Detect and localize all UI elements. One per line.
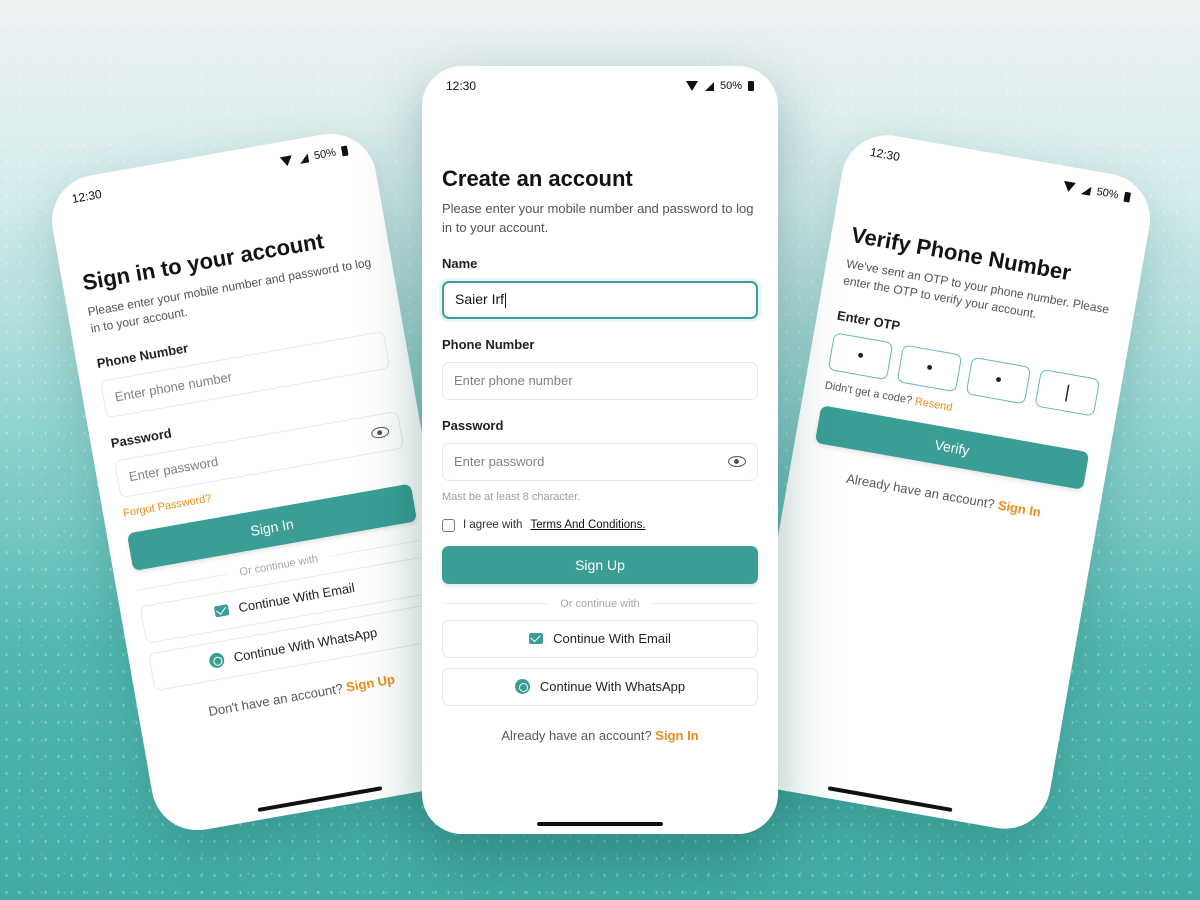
sign-up-button[interactable]: Sign Up <box>442 545 758 584</box>
signal-icon <box>1081 184 1092 196</box>
otp-digit-1[interactable]: • <box>827 332 894 380</box>
continue-email-button[interactable]: Continue With Email <box>442 619 758 658</box>
sign-up-link[interactable]: Sign Up <box>345 671 396 694</box>
create-account-phone: 12:30 50% Create an account Please enter… <box>422 66 778 834</box>
phone-input[interactable]: Enter phone number <box>442 361 758 400</box>
footer-prompt: Already have an account? <box>501 727 652 743</box>
sign-in-phone: 12:30 50% Sign in to your account Please… <box>44 126 484 838</box>
page-subtitle: Please enter your mobile number and pass… <box>442 201 754 235</box>
home-indicator <box>827 786 953 813</box>
resend-link[interactable]: Resend <box>914 395 953 413</box>
password-hint: Mast be at least 8 character. <box>442 490 581 503</box>
divider: Or continue with <box>442 598 758 610</box>
terms-checkbox[interactable] <box>442 518 455 532</box>
sign-in-link[interactable]: Sign In <box>997 497 1042 519</box>
divider-text: Or continue with <box>560 597 640 610</box>
home-indicator <box>537 822 663 826</box>
continue-whatsapp-button[interactable]: Continue With WhatsApp <box>442 667 758 706</box>
wifi-icon <box>1062 181 1077 193</box>
status-time: 12:30 <box>868 144 901 164</box>
status-time: 12:30 <box>446 79 477 93</box>
home-indicator <box>257 786 383 813</box>
phone-placeholder: Enter phone number <box>113 369 234 405</box>
continue-whatsapp-label: Continue With WhatsApp <box>539 679 686 695</box>
wifi-icon <box>280 155 295 167</box>
footer-prompt: Already have an account? <box>845 470 996 512</box>
mail-icon <box>529 633 544 645</box>
terms-row: I agree with Terms And Conditions. <box>442 518 758 532</box>
name-input[interactable]: Saier Irf <box>442 280 758 319</box>
battery-percent: 50% <box>719 80 742 92</box>
agree-text: I agree with <box>463 519 523 532</box>
wifi-icon <box>685 81 699 91</box>
sign-in-link[interactable]: Sign In <box>655 728 698 743</box>
continue-email-label: Continue With Email <box>553 631 671 647</box>
password-placeholder: Enter password <box>127 454 220 485</box>
divider-text: Or continue with <box>238 552 319 579</box>
mail-icon <box>214 604 230 618</box>
battery-percent: 50% <box>1095 185 1120 202</box>
password-label: Password <box>442 417 504 433</box>
page-title: Create an account <box>442 166 633 191</box>
eye-icon[interactable] <box>728 456 746 468</box>
status-time: 12:30 <box>70 186 103 206</box>
footer-text: Already have an account? Sign In <box>442 728 758 743</box>
battery-percent: 50% <box>313 146 337 163</box>
name-value: Saier Irf <box>455 291 505 308</box>
battery-icon <box>1123 191 1132 203</box>
phone-placeholder: Enter phone number <box>454 373 573 389</box>
sign-in-button[interactable]: Sign In <box>126 483 418 571</box>
signal-icon <box>298 152 310 164</box>
status-bar: 12:30 50% <box>422 66 778 96</box>
name-label: Name <box>442 255 478 271</box>
battery-icon <box>340 145 349 157</box>
signal-icon <box>704 81 714 91</box>
footer-prompt: Don't have an account? <box>207 680 344 719</box>
continue-whatsapp-label: Continue With WhatsApp <box>232 625 379 666</box>
phone-label: Phone Number <box>442 336 535 352</box>
terms-link[interactable]: Terms And Conditions. <box>530 519 645 531</box>
password-input[interactable]: Enter password <box>442 442 758 481</box>
whatsapp-icon <box>514 679 530 695</box>
battery-icon <box>748 81 754 91</box>
otp-digit-4[interactable]: | <box>1034 368 1101 417</box>
password-placeholder: Enter password <box>454 454 545 470</box>
verify-phone: 12:30 50% Verify Phone Number We've sent… <box>734 127 1158 837</box>
eye-icon[interactable] <box>370 425 391 440</box>
text-caret <box>505 293 507 309</box>
whatsapp-icon <box>208 652 226 670</box>
otp-digit-2[interactable]: • <box>896 344 963 393</box>
otp-digit-3[interactable]: • <box>965 356 1032 405</box>
no-code-text: Didn't get a code? <box>823 379 913 407</box>
continue-email-label: Continue With Email <box>237 580 356 616</box>
